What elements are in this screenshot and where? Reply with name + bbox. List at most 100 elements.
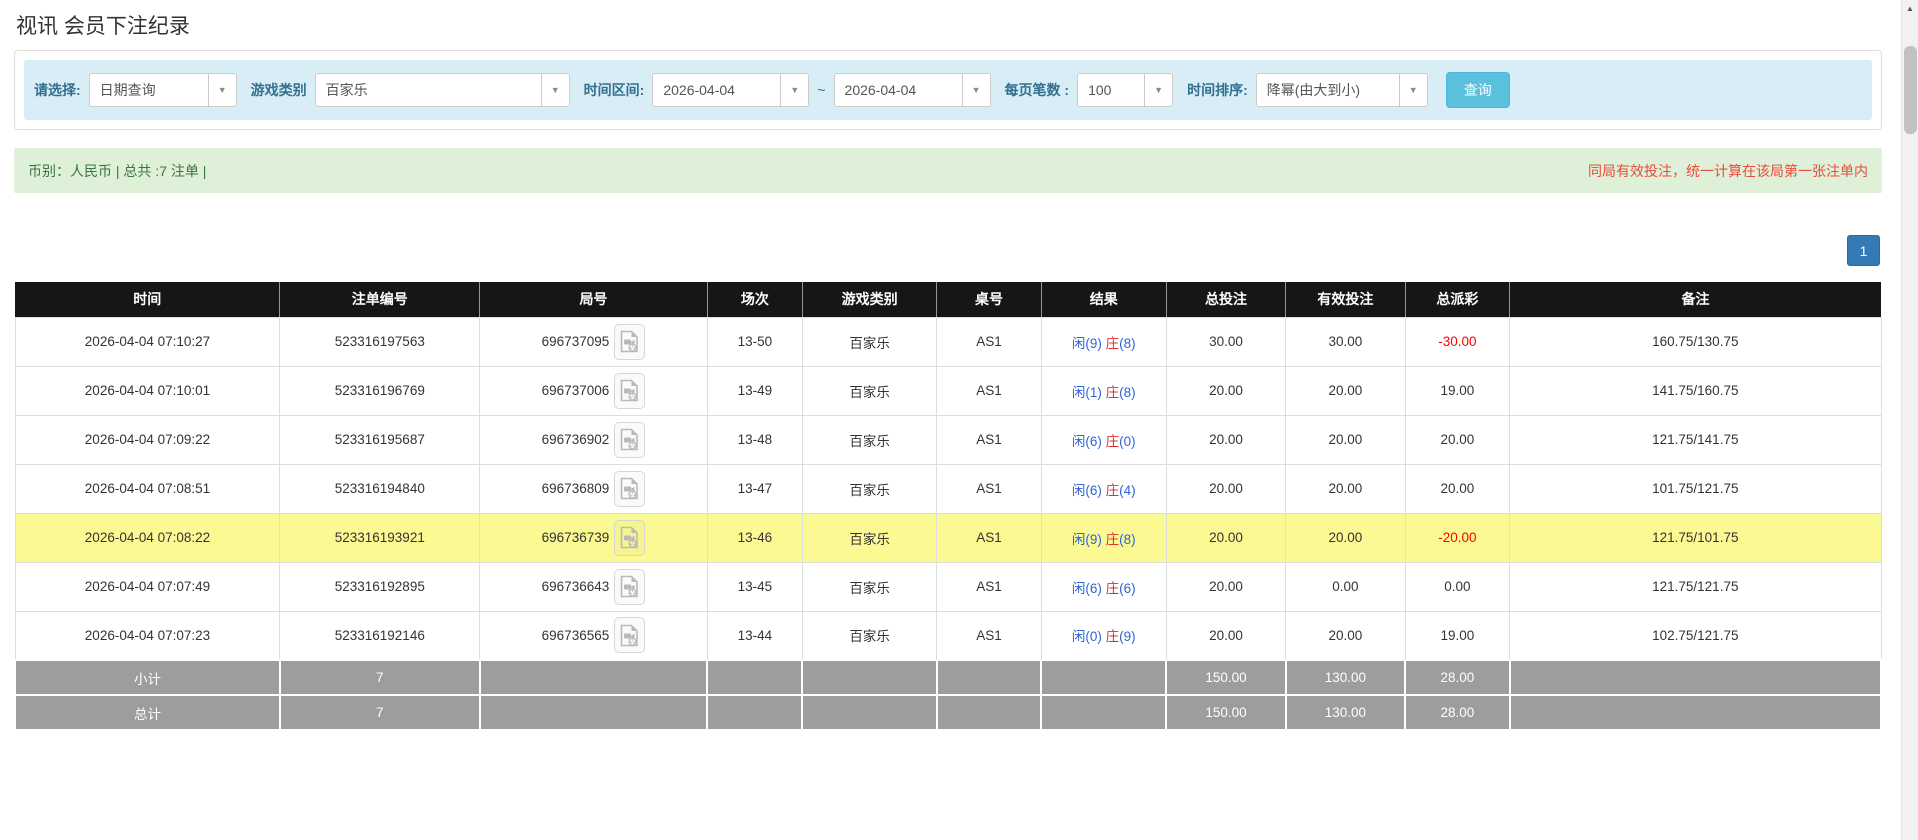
cell-result: 闲(1) 庄(8): [1041, 366, 1166, 415]
chevron-down-icon[interactable]: ▼: [208, 74, 236, 106]
video-replay-button[interactable]: [614, 373, 645, 409]
table-row: 2026-04-04 07:10:27523316197563696737095…: [15, 317, 1881, 366]
cell-bet-id: 523316196769: [280, 366, 480, 415]
per-page-select[interactable]: 100 ▼: [1077, 73, 1173, 107]
result-banker-points: (8): [1119, 532, 1136, 547]
query-type-label: 请选择:: [34, 80, 81, 100]
cell-round-id: 696736809: [480, 464, 708, 513]
cell-game-type: 百家乐: [802, 562, 936, 611]
table-row: 2026-04-04 07:07:49523316192895696736643…: [15, 562, 1881, 611]
cell-note: 160.75/130.75: [1510, 317, 1881, 366]
cell-session: 13-45: [707, 562, 802, 611]
column-header-2: 局号: [480, 282, 708, 317]
column-header-7: 总投注: [1166, 282, 1285, 317]
cell-note: 102.75/121.75: [1510, 611, 1881, 660]
cell-round-id: 696737006: [480, 366, 708, 415]
subtotal-row: 小计7150.00130.0028.00: [15, 660, 1881, 695]
chevron-down-icon[interactable]: ▼: [962, 74, 990, 106]
result-banker: 庄: [1102, 629, 1119, 644]
cell-payout: 20.00: [1405, 415, 1509, 464]
cell-total-bet[interactable]: 20.00: [1166, 562, 1285, 611]
cell-note: 121.75/101.75: [1510, 513, 1881, 562]
column-header-9: 总派彩: [1405, 282, 1509, 317]
cell-valid-bet: 0.00: [1286, 562, 1405, 611]
column-header-4: 游戏类别: [802, 282, 936, 317]
summary-bar: 币别：人民币 | 总共 :7 注单 | 同局有效投注，统一计算在该局第一张注单内: [14, 148, 1882, 193]
result-banker: 庄: [1102, 434, 1119, 449]
table-row: 2026-04-04 07:07:23523316192146696736565…: [15, 611, 1881, 660]
cell-table-no: AS1: [937, 611, 1041, 660]
video-replay-button[interactable]: [614, 422, 645, 458]
subtotal-round: [480, 660, 708, 695]
cell-session: 13-47: [707, 464, 802, 513]
cell-note: 141.75/160.75: [1510, 366, 1881, 415]
cell-valid-bet: 20.00: [1286, 513, 1405, 562]
total-round: [480, 695, 708, 730]
chevron-down-icon[interactable]: ▼: [1144, 74, 1172, 106]
cell-round-id: 696736739: [480, 513, 708, 562]
cell-total-bet[interactable]: 20.00: [1166, 513, 1285, 562]
chevron-down-icon[interactable]: ▼: [541, 74, 569, 106]
cell-valid-bet: 20.00: [1286, 464, 1405, 513]
page-content: 视讯 会员下注纪录 请选择: 日期查询 ▼ 游戏类别 百家乐 ▼ 时间区间: 2…: [0, 0, 1918, 731]
cell-round-id: 696737095: [480, 317, 708, 366]
result-player: 闲(1): [1072, 385, 1102, 400]
cell-total-bet[interactable]: 30.00: [1166, 317, 1285, 366]
table-row: 2026-04-04 07:08:51523316194840696736809…: [15, 464, 1881, 513]
video-replay-button[interactable]: [614, 520, 645, 556]
result-player: 闲(6): [1072, 581, 1102, 596]
date-to-select[interactable]: 2026-04-04 ▼: [834, 73, 991, 107]
cell-payout: 19.00: [1405, 611, 1509, 660]
cell-round-id: 696736565: [480, 611, 708, 660]
cell-payout: -20.00: [1405, 513, 1509, 562]
cell-result: 闲(6) 庄(6): [1041, 562, 1166, 611]
cell-valid-bet: 20.00: [1286, 415, 1405, 464]
total-session: [707, 695, 802, 730]
column-header-1: 注单编号: [280, 282, 480, 317]
cell-total-bet[interactable]: 20.00: [1166, 464, 1285, 513]
vertical-scrollbar[interactable]: ▲: [1901, 0, 1918, 840]
round-number: 696736643: [542, 579, 610, 594]
query-type-select[interactable]: 日期查询 ▼: [89, 73, 237, 107]
game-type-select[interactable]: 百家乐 ▼: [315, 73, 570, 107]
total-result: [1041, 695, 1166, 730]
scrollbar-up-arrow[interactable]: ▲: [1902, 0, 1918, 17]
cell-game-type: 百家乐: [802, 317, 936, 366]
subtotal-note: [1510, 660, 1881, 695]
cell-table-no: AS1: [937, 464, 1041, 513]
scrollbar-thumb[interactable]: [1904, 46, 1917, 134]
video-file-icon: [620, 477, 639, 500]
cell-total-bet[interactable]: 20.00: [1166, 366, 1285, 415]
subtotal-table: [937, 660, 1041, 695]
video-replay-button[interactable]: [614, 617, 645, 653]
total-valid-bet: 130.00: [1286, 695, 1405, 730]
result-banker-points: (4): [1119, 483, 1136, 498]
subtotal-payout: 28.00: [1405, 660, 1509, 695]
video-replay-button[interactable]: [614, 569, 645, 605]
cell-game-type: 百家乐: [802, 366, 936, 415]
subtotal-valid-bet: 130.00: [1286, 660, 1405, 695]
page-button-1[interactable]: 1: [1847, 235, 1880, 266]
cell-time: 2026-04-04 07:10:01: [15, 366, 280, 415]
chevron-down-icon[interactable]: ▼: [1399, 74, 1427, 106]
subtotal-game: [802, 660, 936, 695]
video-replay-button[interactable]: [614, 324, 645, 360]
cell-result: 闲(9) 庄(8): [1041, 317, 1166, 366]
sort-select[interactable]: 降幂(由大到小) ▼: [1256, 73, 1428, 107]
round-number: 696737006: [542, 383, 610, 398]
search-button[interactable]: 查询: [1446, 72, 1510, 108]
round-number: 696736739: [542, 530, 610, 545]
video-replay-button[interactable]: [614, 471, 645, 507]
cell-total-bet[interactable]: 20.00: [1166, 415, 1285, 464]
cell-round-id: 696736902: [480, 415, 708, 464]
column-header-0: 时间: [15, 282, 280, 317]
cell-session: 13-48: [707, 415, 802, 464]
cell-game-type: 百家乐: [802, 513, 936, 562]
cell-total-bet[interactable]: 20.00: [1166, 611, 1285, 660]
cell-table-no: AS1: [937, 562, 1041, 611]
result-player: 闲(6): [1072, 434, 1102, 449]
date-from-select[interactable]: 2026-04-04 ▼: [652, 73, 809, 107]
cell-table-no: AS1: [937, 415, 1041, 464]
video-file-icon: [620, 575, 639, 598]
chevron-down-icon[interactable]: ▼: [780, 74, 808, 106]
